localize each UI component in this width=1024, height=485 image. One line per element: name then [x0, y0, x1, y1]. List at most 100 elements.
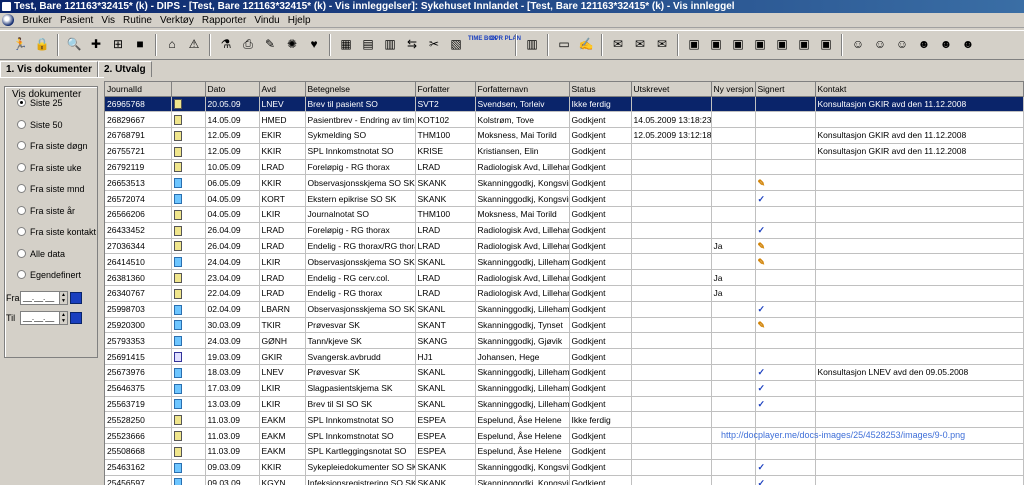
filter-option-1[interactable]: Siste 50 [17, 119, 63, 131]
folder-icon[interactable]: ▭ [554, 34, 574, 54]
column-header-1[interactable] [171, 82, 206, 97]
radio-button[interactable] [17, 98, 26, 108]
forms-icon[interactable]: ▦ [336, 34, 356, 54]
table-row[interactable]: 26965768 20.05.09 LNEV Brev til pasient SO S… [105, 96, 1024, 113]
filter-option-6[interactable]: Fra siste kontakt [17, 226, 96, 238]
table-row[interactable]: 25508668 11.03.09 EAKM SPL Kartleggingsnota… [105, 443, 1024, 460]
table-row[interactable]: 25528250 11.03.09 EAKM SPL Innkomstnotat SO… [105, 411, 1024, 429]
calendar-icon[interactable] [70, 292, 82, 304]
persons-group-icon[interactable]: ☻ [936, 34, 956, 54]
person-plus-icon[interactable]: ☺ [892, 34, 912, 54]
to-date-input[interactable]: __.__.__ ▲ ▼ [20, 311, 68, 325]
filter-option-7[interactable]: Alle data [17, 248, 65, 260]
table-row[interactable]: 25563719 13.03.09 LKIR Brev til SI SO SK SKA… [105, 396, 1024, 413]
tool-icon[interactable]: ✎ [260, 34, 280, 54]
building-doc-icon[interactable]: ▣ [750, 34, 770, 54]
from-date-input[interactable]: __.__.__ ▲ ▼ [20, 291, 68, 305]
app-logo-icon[interactable] [2, 14, 14, 26]
persons-link-icon[interactable]: ☻ [958, 34, 978, 54]
radio-button[interactable] [17, 248, 26, 258]
table-row[interactable]: 26653513 06.05.09 KKIR Observasjonsskjema S… [105, 174, 1024, 192]
building-plus-icon[interactable]: ▣ [728, 34, 748, 54]
filter-option-8[interactable]: Egendefinert [17, 269, 81, 281]
table-row[interactable]: 26572074 04.05.09 KORT Ekstern epikrise SO … [105, 190, 1024, 208]
buildings-icon[interactable]: ▣ [772, 34, 792, 54]
test-tube-icon[interactable]: ⚗ [216, 34, 236, 54]
filter-option-3[interactable]: Fra siste uke [17, 162, 82, 174]
menu-item-6[interactable]: Vindu [250, 13, 283, 28]
table-row[interactable]: 27036344 26.04.09 LRAD Endelig - RG thorax/… [105, 238, 1024, 255]
lock-icon[interactable]: 🔒 [32, 34, 52, 54]
menu-item-3[interactable]: Rutine [119, 13, 156, 28]
to-date-spinner[interactable]: ▲ ▼ [59, 312, 67, 324]
table-row[interactable]: 25463162 09.03.09 KKIR Sykepleiedokumenter … [105, 459, 1024, 476]
filter-option-4[interactable]: Fra siste mnd [17, 183, 85, 195]
table-row[interactable]: 26433452 26.04.09 LRAD Foreløpig - RG thora… [105, 222, 1024, 239]
filter-option-2[interactable]: Fra siste døgn [17, 140, 88, 152]
envelope-icon[interactable]: ✉ [608, 34, 628, 54]
scissors-icon[interactable]: ✂ [424, 34, 444, 54]
envelope-pen-icon[interactable]: ✉ [630, 34, 650, 54]
column-header-5[interactable]: Forfatter [415, 82, 476, 97]
red-cross-icon[interactable]: ✚ [86, 34, 106, 54]
menu-item-7[interactable]: Hjelp [284, 13, 315, 28]
column-header-9[interactable]: Ny versjon [711, 82, 756, 97]
forms-transfer-icon[interactable]: ⇆ [402, 34, 422, 54]
column-header-10[interactable]: Signert [755, 82, 816, 97]
column-header-6[interactable]: Forfatternavn [475, 82, 570, 97]
table-row[interactable]: 26792119 10.05.09 LRAD Foreløpig - RG thora… [105, 159, 1024, 176]
home-icon[interactable]: ⌂ [162, 34, 182, 54]
radio-button[interactable] [17, 141, 26, 151]
printer-icon[interactable]: ⎙ [238, 34, 258, 54]
table-row[interactable]: 26755721 12.05.09 KKIR SPL Innkomstnotat SO… [105, 143, 1024, 160]
running-person-icon[interactable]: 🏃 [10, 34, 30, 54]
radio-button[interactable] [17, 184, 26, 194]
column-header-7[interactable]: Status [569, 82, 632, 97]
buildings-group-icon[interactable]: ▣ [816, 34, 836, 54]
menu-item-2[interactable]: Vis [97, 13, 119, 28]
menu-item-0[interactable]: Bruker [19, 13, 56, 28]
folder-doc-icon[interactable]: ▧ [446, 34, 466, 54]
building-icon[interactable]: ▣ [684, 34, 704, 54]
opr-plan-icon[interactable]: OPR PLAN [490, 34, 521, 54]
table-row[interactable]: 26340767 22.04.09 LRAD Endelig - RG thorax L… [105, 285, 1024, 302]
table-row[interactable]: 25456597 09.03.09 KGYN Infeksjonsregistreri… [105, 475, 1024, 485]
person-doc-icon[interactable]: ☺ [848, 34, 868, 54]
radio-button[interactable] [17, 162, 26, 172]
table-row[interactable]: 25998703 02.04.09 LBARN Observasjonsskjema … [105, 301, 1024, 318]
table-row[interactable]: 25793353 24.03.09 GØNH Tann/kjeve SK SKANG Sk… [105, 332, 1024, 350]
table-row[interactable]: 25920300 30.03.09 TKIR Prøvesvar SK SKANT Ska… [105, 317, 1024, 334]
book-icon[interactable]: ■ [130, 34, 150, 54]
tab-1[interactable]: 1. Vis dokumenter [0, 61, 98, 78]
column-header-2[interactable]: Dato [205, 82, 260, 97]
filter-option-0[interactable]: Siste 25 [17, 97, 63, 109]
tab-2[interactable]: 2. Utvalg [97, 61, 152, 77]
column-header-3[interactable]: Avd [259, 82, 306, 97]
person-list-icon[interactable]: ☺ [870, 34, 890, 54]
menu-item-4[interactable]: Verktøy [156, 13, 198, 28]
filter-option-5[interactable]: Fra siste år [17, 205, 75, 217]
buildings-arrow-icon[interactable]: ▣ [794, 34, 814, 54]
forms-arrow-icon[interactable]: ▥ [380, 34, 400, 54]
edit-doc-icon[interactable]: ✍ [576, 34, 596, 54]
calendar-icon[interactable] [70, 312, 82, 324]
building-list-icon[interactable]: ▣ [706, 34, 726, 54]
heart-icon[interactable]: ♥ [304, 34, 324, 54]
table-row[interactable]: 25646375 17.03.09 LKIR Slagpasientskjema SK… [105, 380, 1024, 397]
persons-icon[interactable]: ☻ [914, 34, 934, 54]
warning-icon[interactable]: ⚠ [184, 34, 204, 54]
table-row[interactable]: 26414510 24.04.09 LKIR Observasjonsskjema S… [105, 253, 1024, 271]
radio-button[interactable] [17, 119, 26, 129]
search-person-icon[interactable]: 🔍 [64, 34, 84, 54]
table-row[interactable]: 26768791 12.05.09 EKIR Sykmelding SO THM100 M… [105, 127, 1024, 144]
column-header-11[interactable]: Kontakt [815, 82, 1024, 97]
radio-button[interactable] [17, 205, 26, 215]
column-header-4[interactable]: Betegnelse [305, 82, 416, 97]
menu-item-1[interactable]: Pasient [56, 13, 97, 28]
time-book-icon[interactable]: TIME BOK [468, 34, 497, 54]
document-grid[interactable]: JournalId Dato Avd Betegnelse Forfatter Forfa… [104, 81, 1024, 485]
table-row[interactable]: 26381360 23.04.09 LRAD Endelig - RG cerv.co… [105, 269, 1024, 287]
envelope-plus-icon[interactable]: ✉ [652, 34, 672, 54]
flowchart-icon[interactable]: ⊞ [108, 34, 128, 54]
column-header-0[interactable]: JournalId [105, 82, 172, 97]
